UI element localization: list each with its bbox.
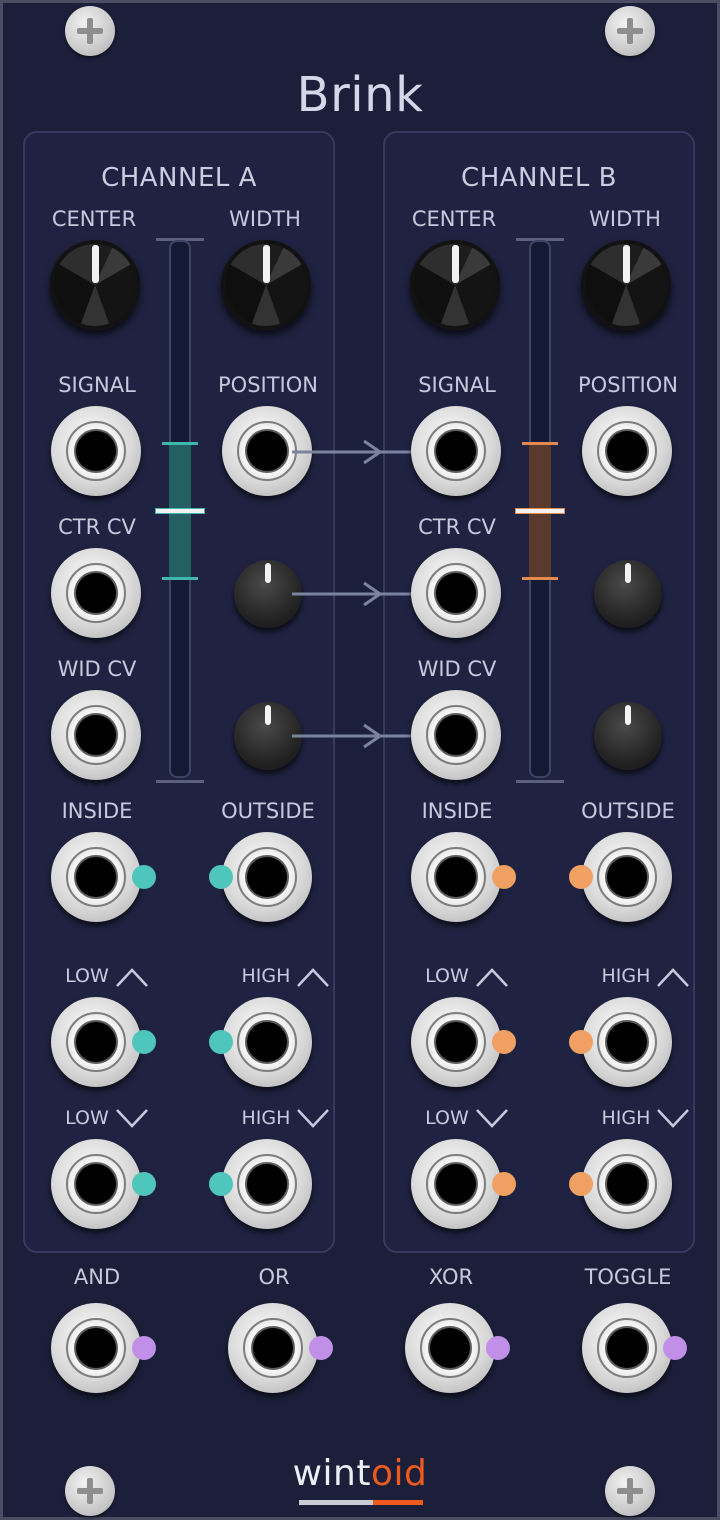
center-label: CENTER bbox=[411, 207, 497, 231]
low-fall-label: LOW bbox=[17, 1107, 197, 1130]
channel-b-center-marker bbox=[516, 509, 564, 513]
channel-b-title: CHANNEL B bbox=[461, 163, 617, 193]
channel-a-high-rise-led bbox=[209, 1030, 233, 1054]
channel-b-low-fall-led bbox=[492, 1172, 516, 1196]
rising-edge-icon bbox=[115, 967, 148, 987]
falling-edge-icon bbox=[115, 1108, 148, 1128]
channel-b-wid-cv-attenuator-knob[interactable] bbox=[594, 702, 662, 770]
xor-label: XOR bbox=[428, 1265, 474, 1289]
channel-b-position-output-jack[interactable] bbox=[582, 406, 672, 496]
high-rise-label: HIGH bbox=[556, 965, 720, 988]
channel-a-center-marker bbox=[156, 509, 204, 513]
channel-b-outside-output-jack[interactable] bbox=[582, 832, 672, 922]
channel-a-width-knob[interactable] bbox=[221, 240, 311, 330]
falling-edge-icon bbox=[657, 1108, 690, 1128]
channel-b-outside-led bbox=[569, 865, 593, 889]
falling-edge-icon bbox=[475, 1108, 508, 1128]
signal-label: SIGNAL bbox=[418, 373, 496, 397]
brand-logo-part1: wint bbox=[292, 1453, 371, 1494]
channel-b-signal-input-jack[interactable] bbox=[411, 406, 501, 496]
channel-b-center-knob[interactable] bbox=[410, 240, 500, 330]
module-panel: Brink CHANNEL A CHANNEL B CENTER WIDTH S… bbox=[0, 0, 720, 1520]
channel-b-ctr-cv-jack[interactable] bbox=[411, 548, 501, 638]
channel-a-outside-output-jack[interactable] bbox=[222, 832, 312, 922]
and-label: AND bbox=[73, 1265, 121, 1289]
channel-a-ctr-cv-jack[interactable] bbox=[51, 548, 141, 638]
channel-b-low-fall-jack[interactable] bbox=[411, 1139, 501, 1229]
channel-a-low-rise-led bbox=[132, 1030, 156, 1054]
width-label: WIDTH bbox=[229, 207, 301, 231]
width-label: WIDTH bbox=[589, 207, 661, 231]
position-label: POSITION bbox=[218, 373, 318, 397]
xor-output-jack[interactable] bbox=[405, 1303, 495, 1393]
toggle-led bbox=[663, 1336, 687, 1360]
brand-logo-part2: oid bbox=[371, 1453, 428, 1494]
wid-cv-label: WID CV bbox=[57, 657, 137, 681]
channel-a-low-fall-led bbox=[132, 1172, 156, 1196]
channel-a-inside-output-jack[interactable] bbox=[51, 832, 141, 922]
channel-b-high-fall-led bbox=[569, 1172, 593, 1196]
channel-b-low-rise-led bbox=[492, 1030, 516, 1054]
channel-b-high-rise-jack[interactable] bbox=[582, 997, 672, 1087]
channel-b-ctr-cv-attenuator-knob[interactable] bbox=[594, 560, 662, 628]
outside-label: OUTSIDE bbox=[581, 799, 675, 823]
channel-a-signal-input-jack[interactable] bbox=[51, 406, 141, 496]
position-label: POSITION bbox=[578, 373, 678, 397]
channel-a-low-rise-jack[interactable] bbox=[51, 997, 141, 1087]
brand-logo: wintoid bbox=[3, 1453, 717, 1494]
channel-a-wid-cv-jack[interactable] bbox=[51, 690, 141, 780]
wid-cv-label: WID CV bbox=[417, 657, 497, 681]
screw-icon bbox=[65, 6, 115, 56]
channel-b-high-fall-jack[interactable] bbox=[582, 1139, 672, 1229]
toggle-output-jack[interactable] bbox=[582, 1303, 672, 1393]
low-rise-label: LOW bbox=[17, 965, 197, 988]
channel-b-width-knob[interactable] bbox=[581, 240, 671, 330]
or-led bbox=[309, 1336, 333, 1360]
outside-label: OUTSIDE bbox=[221, 799, 315, 823]
inside-label: INSIDE bbox=[421, 799, 493, 823]
channel-a-inside-led bbox=[132, 865, 156, 889]
signal-label: SIGNAL bbox=[58, 373, 136, 397]
module-title: Brink bbox=[296, 67, 424, 123]
rising-edge-icon bbox=[475, 967, 508, 987]
falling-edge-icon bbox=[297, 1108, 330, 1128]
high-fall-label: HIGH bbox=[196, 1107, 376, 1130]
or-label: OR bbox=[258, 1265, 290, 1289]
channel-b-inside-led bbox=[492, 865, 516, 889]
rising-edge-icon bbox=[297, 967, 330, 987]
channel-a-high-rise-jack[interactable] bbox=[222, 997, 312, 1087]
toggle-label: TOGGLE bbox=[584, 1265, 672, 1289]
channel-a-title: CHANNEL A bbox=[101, 163, 257, 193]
low-rise-label: LOW bbox=[377, 965, 557, 988]
channel-b-low-rise-jack[interactable] bbox=[411, 997, 501, 1087]
channel-a-low-fall-jack[interactable] bbox=[51, 1139, 141, 1229]
screw-icon bbox=[605, 6, 655, 56]
ctr-cv-label: CTR CV bbox=[58, 515, 136, 539]
channel-b-wid-cv-jack[interactable] bbox=[411, 690, 501, 780]
rising-edge-icon bbox=[657, 967, 690, 987]
high-fall-label: HIGH bbox=[556, 1107, 720, 1130]
inside-label: INSIDE bbox=[61, 799, 133, 823]
and-output-jack[interactable] bbox=[51, 1303, 141, 1393]
high-rise-label: HIGH bbox=[196, 965, 376, 988]
low-fall-label: LOW bbox=[377, 1107, 557, 1130]
channel-a-high-fall-jack[interactable] bbox=[222, 1139, 312, 1229]
ctr-cv-label: CTR CV bbox=[418, 515, 496, 539]
channel-a-outside-led bbox=[209, 865, 233, 889]
channel-a-high-fall-led bbox=[209, 1172, 233, 1196]
xor-led bbox=[486, 1336, 510, 1360]
or-output-jack[interactable] bbox=[228, 1303, 318, 1393]
channel-b-high-rise-led bbox=[569, 1030, 593, 1054]
and-led bbox=[132, 1336, 156, 1360]
center-label: CENTER bbox=[51, 207, 137, 231]
channel-a-center-knob[interactable] bbox=[50, 240, 140, 330]
channel-b-inside-output-jack[interactable] bbox=[411, 832, 501, 922]
